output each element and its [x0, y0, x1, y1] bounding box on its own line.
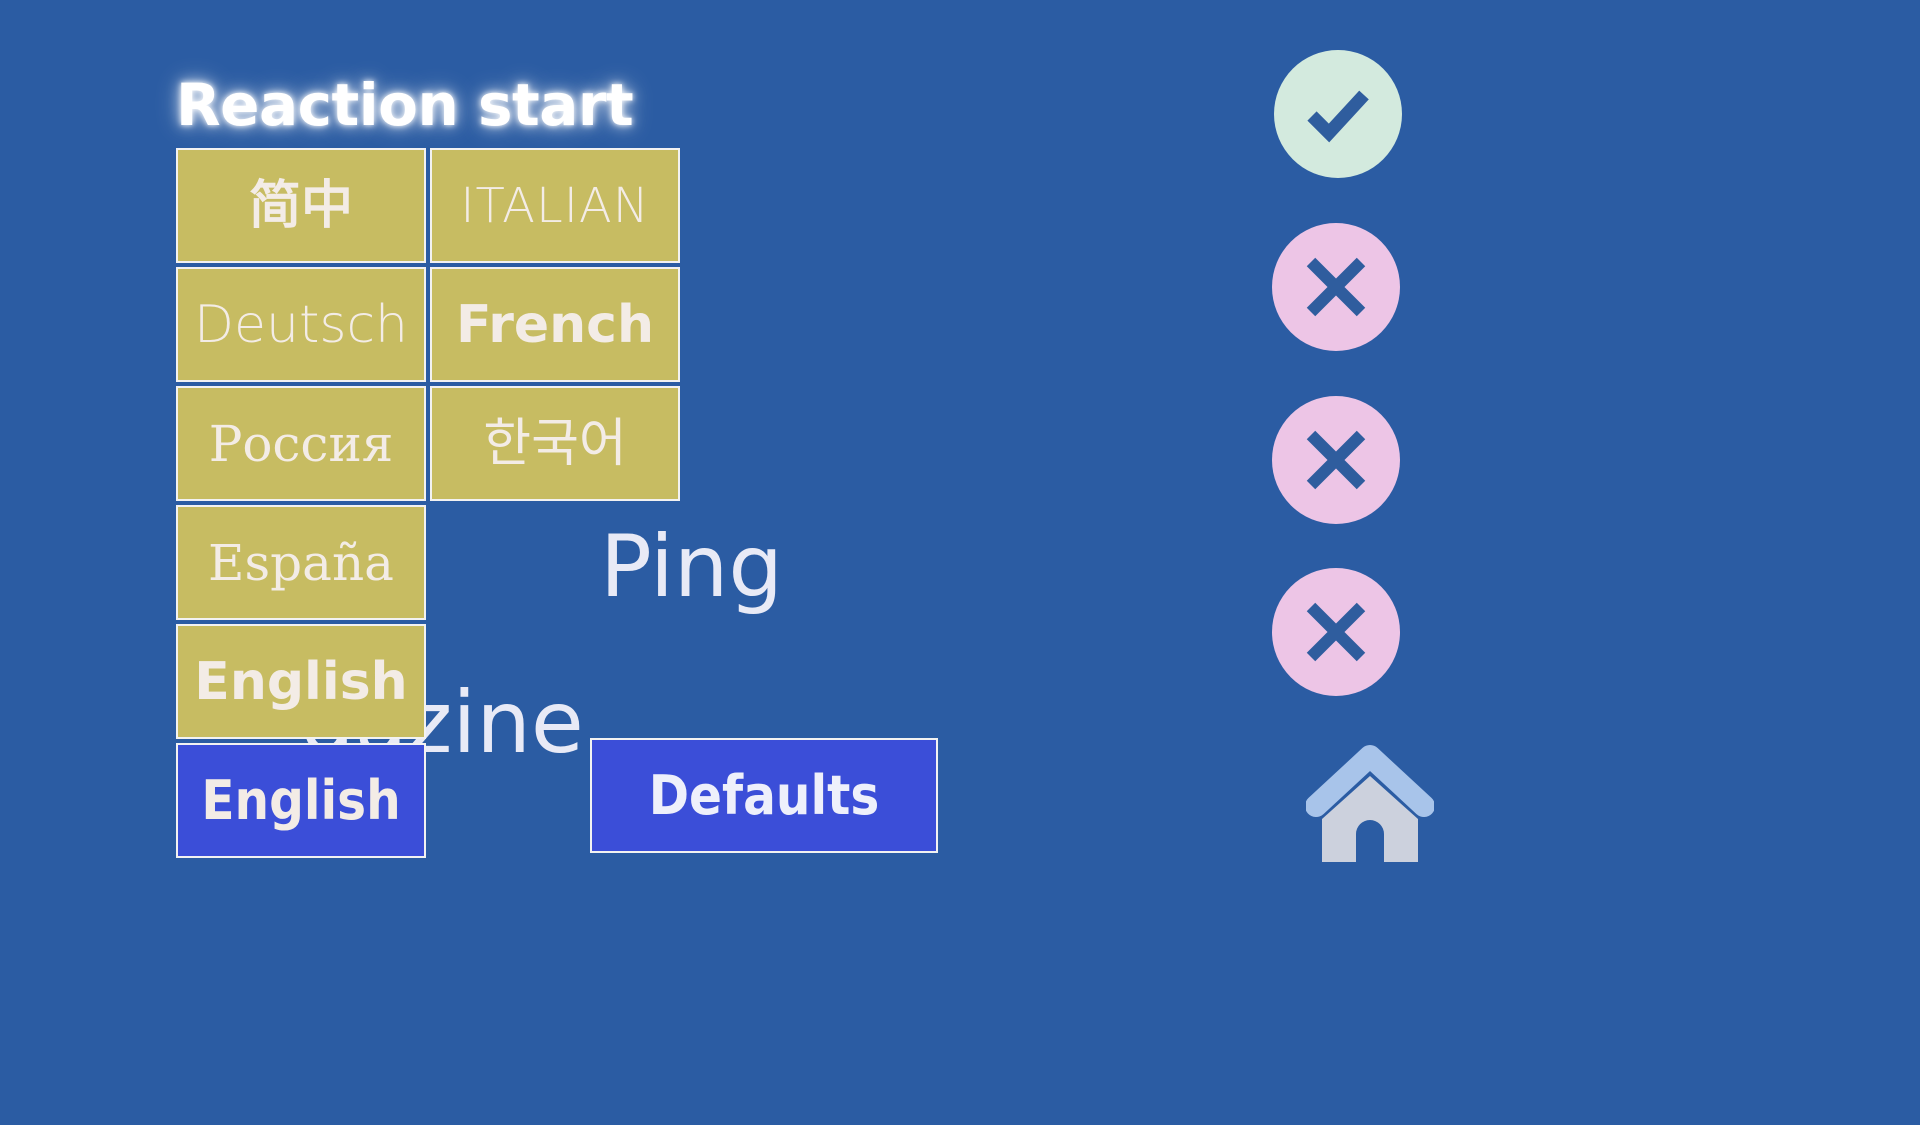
language-tile-zh[interactable]: 简中 — [176, 148, 426, 263]
language-tile-korean[interactable]: 한국어 — [430, 386, 680, 501]
app-screen: Ping gazine Reaction start 简中 ITALIAN De… — [0, 0, 1920, 1125]
language-grid-row: Россия 한국어 — [176, 386, 684, 501]
language-tile-italian[interactable]: ITALIAN — [430, 148, 680, 263]
language-tile-french[interactable]: French — [430, 267, 680, 382]
grid-empty-cell — [430, 624, 680, 739]
defaults-button[interactable]: Defaults — [590, 738, 938, 853]
close-icon-circle — [1272, 396, 1400, 524]
grid-empty-cell — [430, 505, 680, 620]
language-tile-label: 한국어 — [483, 413, 627, 474]
close-icon-circle — [1272, 568, 1400, 696]
language-tile-deutsch[interactable]: Deutsch — [176, 267, 426, 382]
close-icon-3[interactable] — [1272, 568, 1400, 696]
defaults-button-label: Defaults — [648, 763, 880, 827]
language-grid-row: English — [176, 624, 684, 739]
language-tile-label: French — [456, 294, 654, 355]
close-icon-2[interactable] — [1272, 396, 1400, 524]
confirm-icon-circle — [1274, 50, 1402, 178]
language-tile-label: English — [201, 768, 401, 832]
language-tile-russia[interactable]: Россия — [176, 386, 426, 501]
language-grid-row: España — [176, 505, 684, 620]
language-tile-label: ITALIAN — [460, 177, 650, 234]
language-tile-espana[interactable]: España — [176, 505, 426, 620]
confirm-icon[interactable] — [1274, 50, 1402, 178]
page-title: Reaction start — [176, 71, 634, 139]
close-icon-1[interactable] — [1272, 223, 1400, 351]
language-tile-label: Deutsch — [193, 294, 409, 355]
close-icon-circle — [1272, 223, 1400, 351]
language-tile-label: Россия — [208, 414, 394, 473]
language-tile-english-selected[interactable]: English — [176, 743, 426, 858]
language-tile-label: España — [208, 533, 394, 592]
home-icon[interactable] — [1305, 740, 1435, 872]
language-grid-row: 简中 ITALIAN — [176, 148, 684, 263]
icon-rail — [1258, 40, 1448, 1070]
language-tile-label: 简中 — [248, 175, 353, 236]
language-tile-english[interactable]: English — [176, 624, 426, 739]
language-tile-label: English — [194, 651, 408, 712]
language-grid-row: Deutsch French — [176, 267, 684, 382]
